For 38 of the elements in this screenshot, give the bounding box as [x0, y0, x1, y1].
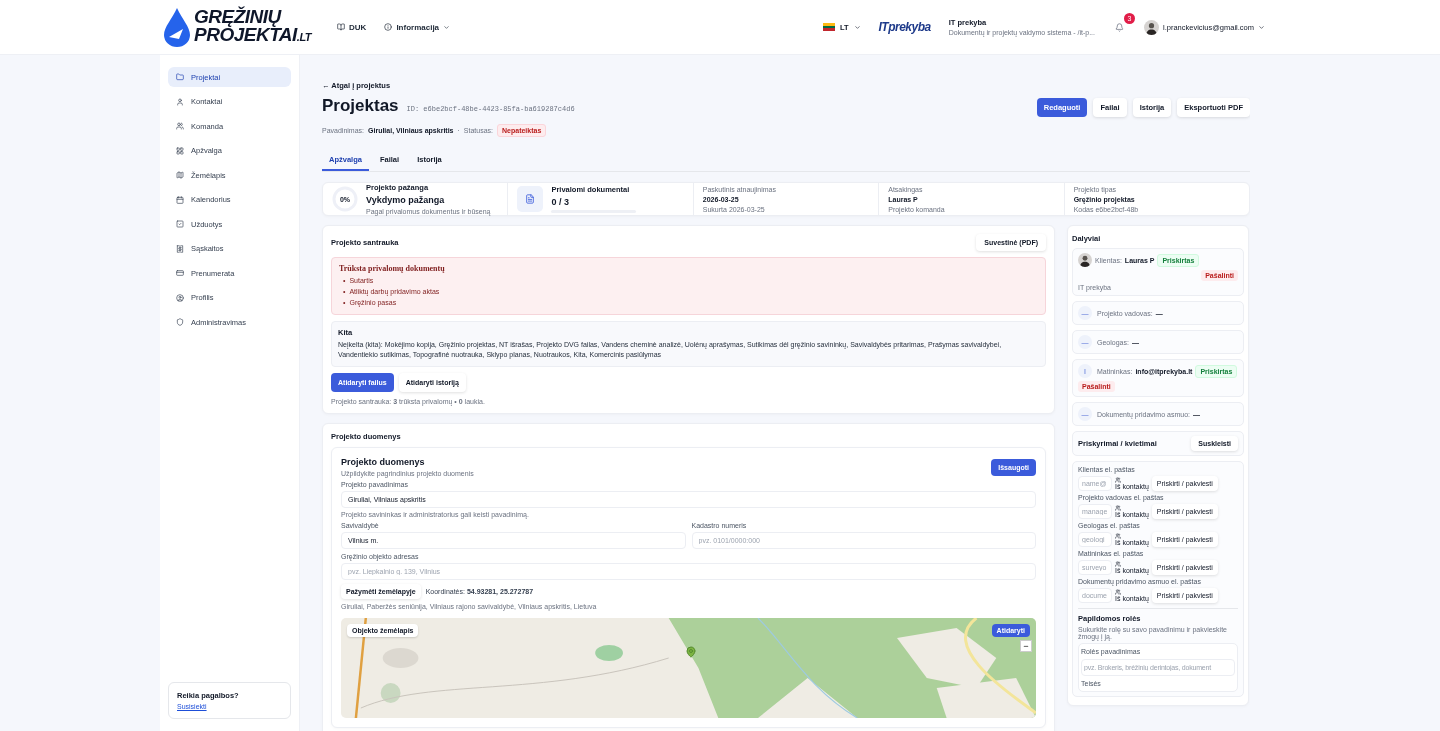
- avatar: [1078, 253, 1092, 267]
- card-icon: [176, 269, 184, 277]
- avatar: [1144, 19, 1159, 35]
- chevron-down-icon: [853, 23, 861, 31]
- stat-value: Vykdymo pažanga: [366, 195, 446, 205]
- flag-icon: [822, 23, 835, 31]
- contacts-icon: [1115, 560, 1121, 567]
- stat-value: 0 / 3: [551, 197, 570, 207]
- partner-logo: ITprekyba: [878, 20, 931, 34]
- receipt-icon: [176, 244, 184, 253]
- contacts-icon: [1115, 476, 1121, 483]
- contacts-icon: [1115, 588, 1121, 595]
- map-pin-icon[interactable]: [685, 646, 697, 658]
- alert-title: Trūksta privalomų dokumentų: [339, 264, 446, 273]
- zoom-out-button[interactable]: −: [1020, 640, 1032, 652]
- checkbox-icon: [176, 220, 184, 228]
- users-icon: [176, 122, 184, 130]
- map-icon: [176, 171, 184, 179]
- page-title: Projektas: [322, 96, 399, 116]
- form-title: Projekto duomenys: [341, 457, 426, 467]
- user-icon: [176, 97, 184, 106]
- chevron-down-icon: [1258, 23, 1265, 31]
- contacts-icon: [1115, 532, 1121, 539]
- nav-link[interactable]: DUK: [337, 22, 367, 32]
- water-drop-icon: [163, 7, 191, 47]
- nav-link[interactable]: Informacija: [384, 22, 451, 32]
- folder-icon: [176, 73, 184, 81]
- contacts-icon: [1115, 504, 1121, 511]
- logo[interactable]: GRĘŽINIŲ PROJEKTAI.LT: [163, 7, 312, 47]
- notifications-button[interactable]: [1113, 20, 1126, 34]
- book-icon: [337, 23, 346, 31]
- calendar-icon: [176, 195, 184, 204]
- info-icon: [384, 23, 393, 31]
- chevron-down-icon: [443, 23, 451, 31]
- user-circle-icon: [176, 293, 184, 302]
- document-icon: [517, 186, 544, 212]
- grid-icon: [176, 146, 184, 155]
- shield-icon: [176, 318, 184, 326]
